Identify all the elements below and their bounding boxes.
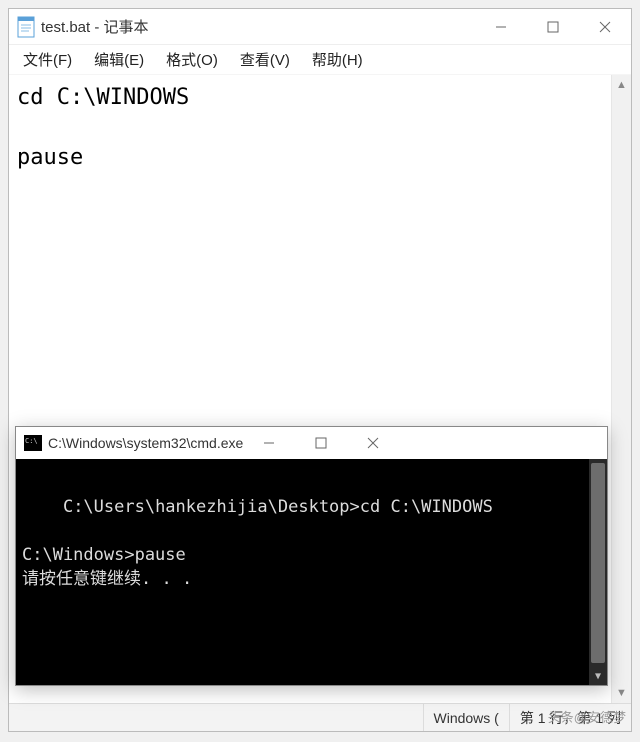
statusbar: Windows ( 第 1 行，第 1 列 100% — [9, 703, 631, 731]
menu-edit[interactable]: 编辑(E) — [86, 47, 152, 72]
cmd-close-button[interactable] — [347, 425, 399, 461]
menubar: 文件(F) 编辑(E) 格式(O) 查看(V) 帮助(H) — [9, 45, 631, 75]
scroll-up-icon[interactable]: ▲ — [612, 75, 631, 95]
cmd-scroll-thumb[interactable] — [591, 463, 605, 663]
menu-format[interactable]: 格式(O) — [158, 47, 226, 72]
cmd-maximize-button[interactable] — [295, 425, 347, 461]
status-os: Windows ( — [423, 704, 509, 731]
cmd-scrollbar[interactable]: ▲ ▼ — [589, 459, 607, 685]
menu-view[interactable]: 查看(V) — [232, 47, 298, 72]
menu-file[interactable]: 文件(F) — [15, 47, 80, 72]
status-cursor-pos: 第 1 行，第 1 列 — [509, 704, 631, 731]
cmd-output: C:\Users\hankezhijia\Desktop>cd C:\WINDO… — [22, 497, 493, 589]
cmd-titlebar[interactable]: C:\Windows\system32\cmd.exe — [16, 427, 607, 459]
cmd-icon — [24, 435, 42, 451]
notepad-title: test.bat - 记事本 — [41, 16, 149, 37]
cmd-console[interactable]: C:\Users\hankezhijia\Desktop>cd C:\WINDO… — [16, 459, 607, 685]
notepad-titlebar[interactable]: test.bat - 记事本 — [9, 9, 631, 45]
cmd-title: C:\Windows\system32\cmd.exe — [48, 435, 243, 451]
close-button[interactable] — [579, 9, 631, 45]
minimize-button[interactable] — [475, 9, 527, 45]
cmd-window: C:\Windows\system32\cmd.exe C:\Users\han… — [15, 426, 608, 686]
menu-help[interactable]: 帮助(H) — [304, 47, 371, 72]
notepad-scrollbar[interactable]: ▲ ▼ — [611, 75, 631, 703]
notepad-icon — [17, 16, 35, 38]
maximize-button[interactable] — [527, 9, 579, 45]
cmd-minimize-button[interactable] — [243, 425, 295, 461]
scroll-down-icon[interactable]: ▼ — [612, 683, 631, 703]
cmd-scroll-down-icon[interactable]: ▼ — [589, 669, 607, 685]
